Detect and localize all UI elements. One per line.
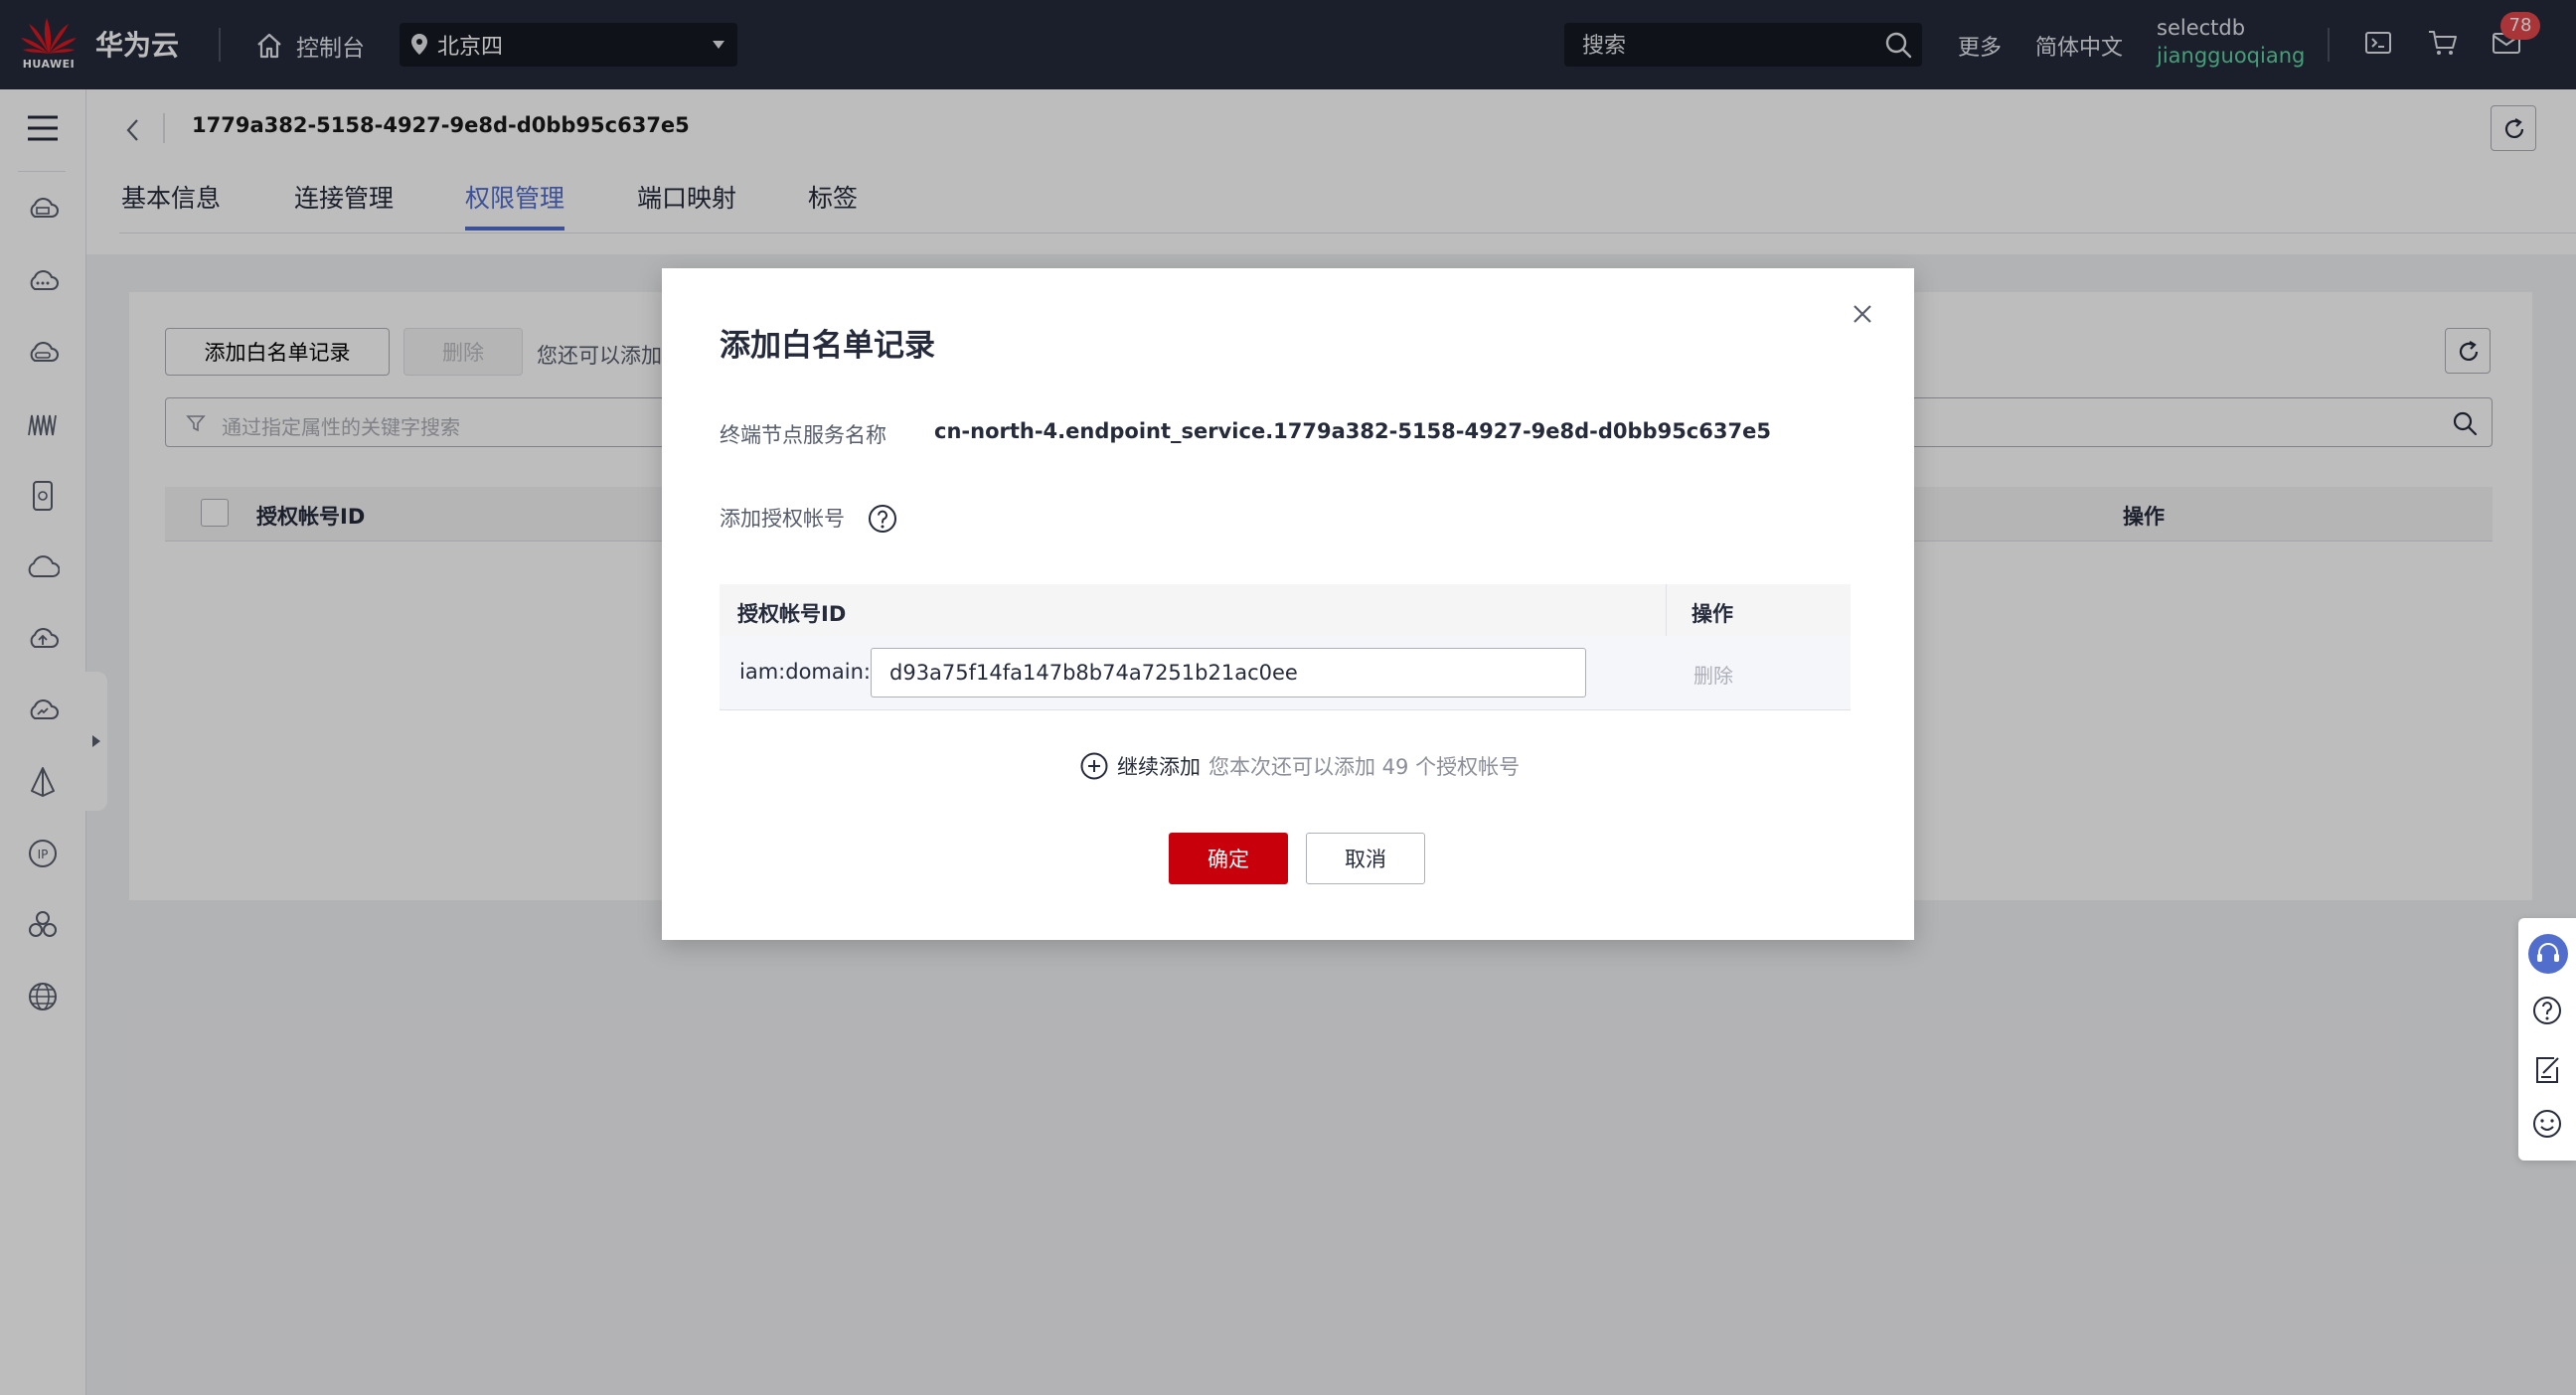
account-id-input[interactable]	[871, 648, 1586, 698]
add-account-label: 添加授权帐号	[720, 507, 845, 531]
smile-icon[interactable]	[2530, 1107, 2564, 1141]
cancel-button[interactable]: 取消	[1306, 833, 1425, 884]
add-more-label[interactable]: 继续添加	[1117, 751, 1201, 781]
row-delete-link[interactable]: 删除	[1693, 660, 1733, 689]
feedback-icon[interactable]	[2530, 1053, 2564, 1087]
customer-service-icon	[2537, 943, 2559, 962]
column-operation: 操作	[1691, 602, 1733, 626]
help-icon[interactable]	[867, 503, 898, 535]
dialog-title: 添加白名单记录	[720, 328, 935, 364]
add-circle-icon	[1080, 752, 1108, 780]
help-icon[interactable]	[2530, 994, 2564, 1027]
service-name-value: cn-north-4.endpoint_service.1779a382-515…	[934, 419, 1771, 443]
account-prefix: iam:domain::	[739, 660, 879, 684]
service-name-label: 终端节点服务名称	[720, 423, 886, 447]
add-whitelist-dialog: 添加白名单记录 终端节点服务名称 cn-north-4.endpoint_ser…	[662, 268, 1914, 940]
column-account-id: 授权帐号ID	[737, 602, 847, 626]
add-more-row[interactable]: 继续添加 您本次还可以添加 49 个授权帐号	[1079, 751, 1520, 781]
customer-service-button[interactable]	[2528, 934, 2568, 974]
add-more-hint: 您本次还可以添加 49 个授权帐号	[1208, 755, 1521, 779]
account-table-header	[720, 584, 1851, 637]
column-separator	[1666, 584, 1667, 636]
confirm-button[interactable]: 确定	[1169, 833, 1288, 884]
close-icon[interactable]	[1851, 302, 1874, 326]
floating-toolbar	[2518, 918, 2576, 1161]
